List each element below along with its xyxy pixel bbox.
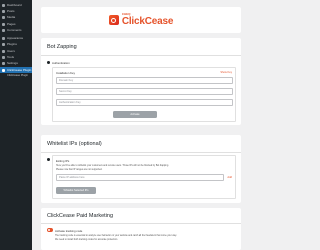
tracking-code-label: Activate tracking code <box>55 228 83 233</box>
whitelist-description-2: Please note that IP ranges are not suppo… <box>56 168 103 171</box>
paid-marketing-card: ClickCease Paid Marketing Activate track… <box>41 208 241 250</box>
tracking-description-2: We need to install both tracking codes f… <box>55 238 118 241</box>
installation-key-label: Installation Key <box>56 71 75 75</box>
tracking-code-toggle[interactable] <box>47 228 53 232</box>
user-icon <box>2 49 5 53</box>
media-icon <box>2 16 5 20</box>
sidebar-item-label: Dashboard <box>7 2 22 7</box>
ip-address-input[interactable]: Paste IP address here <box>56 174 224 181</box>
exiting-ips-label: Exiting IPs <box>56 159 70 163</box>
secret-key-input[interactable]: Secret Key <box>56 88 233 95</box>
sidebar-item-label: Comments <box>7 27 22 32</box>
bullet-icon <box>47 61 50 64</box>
sidebar-item-label: Settings <box>7 61 18 66</box>
admin-sidebar: Dashboard Posts Media Pages Comments App… <box>0 0 32 250</box>
authentication-key-input[interactable]: Authentication Key <box>56 99 233 106</box>
plugin-icon <box>2 43 5 47</box>
sidebar-item-label: Media <box>7 15 16 20</box>
whitelist-panel: Exiting IPs Here you'll be able to white… <box>52 155 236 199</box>
pin-icon <box>2 9 5 13</box>
whitelist-selected-button[interactable]: Whitelist Selected IPs <box>56 187 96 194</box>
page-icon <box>2 22 5 26</box>
dashboard-icon <box>2 3 5 7</box>
sidebar-subitem-label: ClickCease Plugin <box>7 74 29 78</box>
domain-key-input[interactable]: Domain Key <box>56 77 233 84</box>
sidebar-subitem-clickcease[interactable]: ClickCease Plugin <box>0 73 32 78</box>
paid-marketing-title: ClickCease Paid Marketing <box>47 213 114 219</box>
comment-icon <box>2 28 5 32</box>
sidebar-item-label: Plugins <box>7 42 17 47</box>
sidebar-item-label: Posts <box>7 8 15 13</box>
whitelist-card: Whitelist IPs (optional) Exiting IPs Her… <box>41 135 241 203</box>
whitelist-title: Whitelist IPs (optional) <box>47 141 102 147</box>
header-logo-card: CHEQ ClickCease <box>41 7 241 33</box>
show-key-link[interactable]: Show Key <box>220 71 232 74</box>
main-content: CHEQ ClickCease Bot Zapping Authenticati… <box>32 0 250 250</box>
settings-icon <box>2 62 5 66</box>
clickcease-logo-icon <box>108 15 119 25</box>
sidebar-item-label: Pages <box>7 21 16 26</box>
authentication-panel: Installation Key Show Key Domain Key Sec… <box>52 67 236 122</box>
bot-zapping-card: Bot Zapping Authentication Installation … <box>41 38 241 125</box>
activate-button[interactable]: Activate <box>113 111 157 118</box>
tracking-description-1: The tracking code is essential to analyz… <box>55 235 177 237</box>
logo-text: CHEQ ClickCease <box>121 13 174 27</box>
logo-brand-text: ClickCease <box>121 15 174 27</box>
brush-icon <box>2 37 5 41</box>
sidebar-item-label: Tools <box>7 55 15 60</box>
sidebar-item-label: Appearance <box>7 36 24 41</box>
sidebar-item-label: ClickCease Plugin <box>7 67 32 72</box>
authentication-label: Authentication <box>52 61 70 65</box>
wp-admin-page: Dashboard Posts Media Pages Comments App… <box>0 0 250 250</box>
wrench-icon <box>2 56 5 60</box>
add-ip-link[interactable]: Add <box>227 176 232 179</box>
whitelist-description-1: Here you'll be able to whitelist your cu… <box>56 165 169 167</box>
bot-zapping-title: Bot Zapping <box>47 44 77 50</box>
bullet-icon <box>47 158 50 161</box>
sidebar-item-label: Users <box>7 48 15 53</box>
clickcease-icon <box>2 68 5 72</box>
